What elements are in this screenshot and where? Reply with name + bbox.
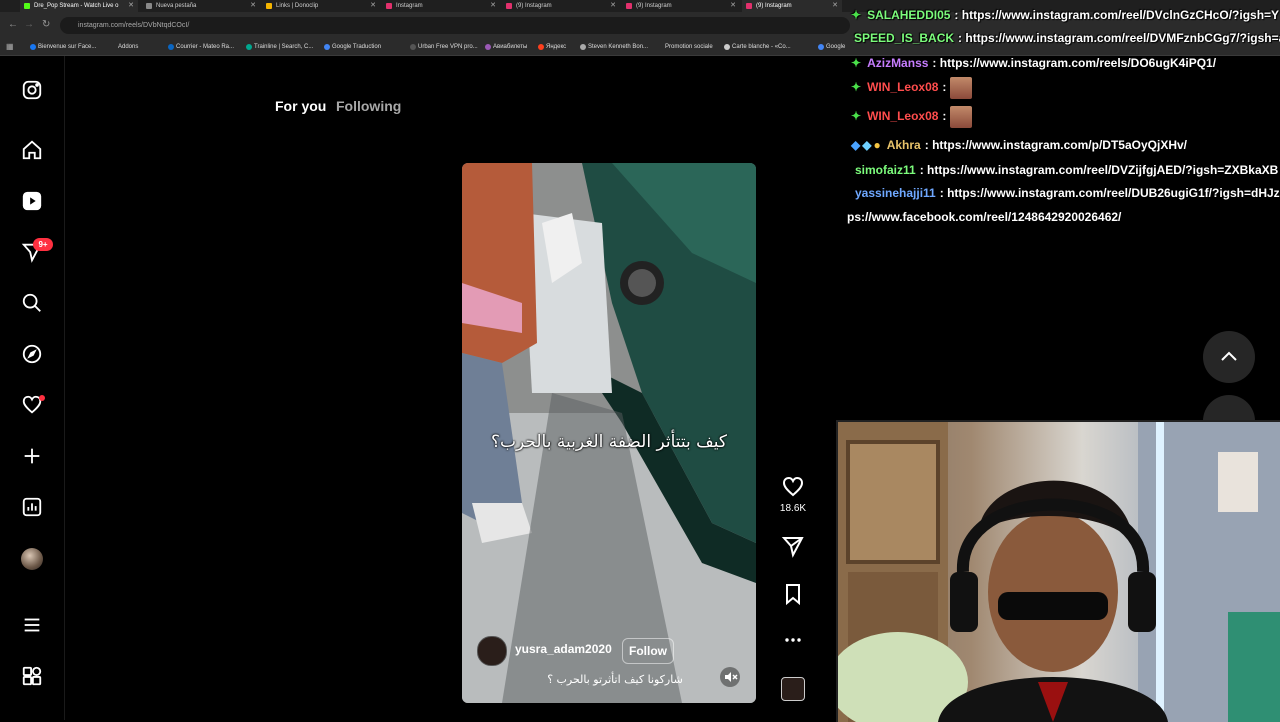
tab-for-you[interactable]: For you: [275, 98, 326, 114]
bookmark-item[interactable]: Google Traduction: [324, 39, 381, 55]
sparkle-badge-icon: ✦: [851, 109, 862, 124]
close-icon[interactable]: ✕: [128, 0, 134, 12]
reels-icon[interactable]: [20, 189, 44, 213]
explore-icon[interactable]: [20, 342, 44, 366]
reel-overlay-text: كيف بتتأثر الضفة الغربية بالحرب؟: [490, 432, 727, 452]
like-heart-icon[interactable]: [779, 473, 807, 501]
chevron-up-icon: [1221, 351, 1237, 361]
chat-message: ps://www.facebook.com/reel/1248642920026…: [847, 210, 1122, 224]
facebook-icon: [30, 44, 36, 50]
sub-badge-icon: ●: [873, 138, 881, 152]
bookmark-item[interactable]: Google: [818, 39, 845, 55]
chat-message: simofaiz11: https://www.instagram.com/re…: [855, 163, 1279, 177]
browser-tab[interactable]: (9) Instagram ✕: [622, 0, 740, 12]
chat-message: SPEED_IS_BACK: https://www.instagram.com…: [854, 31, 1280, 45]
close-icon[interactable]: ✕: [730, 0, 736, 12]
bookmark-item[interactable]: Bienvenue sur Face...: [30, 39, 96, 55]
reel-author-avatar[interactable]: [477, 636, 507, 666]
also-from-meta-icon[interactable]: [20, 664, 44, 688]
more-menu-icon[interactable]: [20, 613, 44, 637]
reel-caption: شاركونا كيف اتأثرتو بالحرب ؟: [547, 673, 683, 686]
like-count: 18.6K: [779, 503, 807, 514]
more-options-icon[interactable]: [779, 626, 807, 654]
verified-badge-icon: ◆: [851, 138, 861, 152]
page-icon: [580, 44, 586, 50]
chat-message: ✦ WIN_Leox08:: [851, 77, 972, 99]
browser-tab[interactable]: Links | Donoclip ✕: [262, 0, 380, 12]
forward-arrow-icon[interactable]: →: [24, 19, 34, 30]
reload-icon[interactable]: ↻: [42, 19, 50, 30]
reel-audio-thumbnail[interactable]: [781, 677, 805, 701]
emote-image: [949, 77, 972, 99]
home-icon[interactable]: [20, 138, 44, 162]
bookmark-item[interactable]: Яндекс: [538, 39, 566, 55]
bookmark-item[interactable]: Urban Free VPN pro...: [410, 39, 478, 55]
instagram-icon: [386, 3, 392, 9]
reel-author-username[interactable]: yusra_adam2020: [515, 642, 612, 656]
translate-icon: [324, 44, 330, 50]
globe-icon: [146, 3, 152, 9]
plane-icon: [485, 44, 491, 50]
browser-tab[interactable]: Dre_Pop Stream - Watch Live o ✕: [20, 0, 138, 12]
instagram-icon: [506, 3, 512, 9]
close-icon[interactable]: ✕: [370, 0, 376, 12]
mute-icon[interactable]: [720, 667, 740, 687]
chat-message: yassinehajji11: https://www.instagram.co…: [855, 186, 1280, 200]
previous-reel-button[interactable]: [1203, 331, 1255, 383]
search-icon[interactable]: [20, 291, 44, 315]
google-icon: [818, 44, 824, 50]
gift-badge-icon: ◆: [862, 138, 872, 152]
instagram-icon: [746, 3, 752, 9]
browser-tab[interactable]: (9) Instagram ✕: [742, 0, 842, 12]
bookmark-item[interactable]: Courrier - Mateo Ra...: [168, 39, 234, 55]
back-arrow-icon[interactable]: ←: [8, 19, 18, 30]
follow-button[interactable]: Follow: [622, 638, 674, 664]
url-field[interactable]: instagram.com/reels/DVbNtqdCOcI/: [60, 17, 850, 34]
instagram-logo-icon[interactable]: [20, 78, 44, 102]
sparkle-badge-icon: ✦: [851, 80, 862, 95]
notification-dot: [39, 395, 45, 401]
dashboard-icon[interactable]: [20, 495, 44, 519]
close-icon[interactable]: ✕: [610, 0, 616, 12]
trainline-icon: [246, 44, 252, 50]
bookmark-item[interactable]: Steven Kenneth Bon...: [580, 39, 648, 55]
notification-badge: 9+: [33, 238, 53, 251]
close-icon[interactable]: ✕: [490, 0, 496, 12]
bookmark-item[interactable]: Carte blanche - «Co...: [724, 39, 791, 55]
vpn-icon: [410, 44, 416, 50]
donoclip-icon: [266, 3, 272, 9]
tab-following[interactable]: Following: [336, 98, 401, 114]
bookmark-item[interactable]: Авиабилеты: [485, 39, 527, 55]
yandex-icon: [538, 44, 544, 50]
streamer-webcam: [836, 420, 1280, 722]
chat-message: ✦ SALAHEDDI05: https://www.instagram.com/…: [851, 8, 1280, 22]
bookmark-item[interactable]: Promotion sociale: [657, 39, 713, 55]
create-plus-icon[interactable]: [20, 444, 44, 468]
mail-icon: [168, 44, 174, 50]
page-icon: [724, 44, 730, 50]
share-icon[interactable]: [779, 532, 807, 560]
chat-message: ◆ ◆ ● Akhra: https://www.instagram.com/p/DT…: [851, 138, 1187, 152]
emote-image: [949, 106, 972, 128]
sparkle-badge-icon: ✦: [851, 56, 862, 70]
browser-tab[interactable]: (9) Instagram ✕: [502, 0, 620, 12]
kick-icon: [24, 3, 30, 9]
browser-tab[interactable]: Nueva pestaña ✕: [142, 0, 260, 12]
profile-avatar[interactable]: [21, 548, 43, 570]
instagram-icon: [626, 3, 632, 9]
apps-grid-icon[interactable]: ▦: [6, 42, 14, 51]
save-bookmark-icon[interactable]: [779, 580, 807, 608]
chat-message: ✦ WIN_Leox08:: [851, 106, 972, 128]
browser-tab[interactable]: Instagram ✕: [382, 0, 500, 12]
sparkle-badge-icon: ✦: [851, 8, 862, 22]
chat-message: ✦ AzizManss: https://www.instagram.com/re…: [851, 56, 1217, 70]
bookmark-item[interactable]: Addons: [110, 39, 138, 55]
close-icon[interactable]: ✕: [832, 0, 838, 12]
close-icon[interactable]: ✕: [250, 0, 256, 12]
sidebar-nav: [0, 56, 65, 720]
bookmark-item[interactable]: Trainline | Search, C...: [246, 39, 313, 55]
